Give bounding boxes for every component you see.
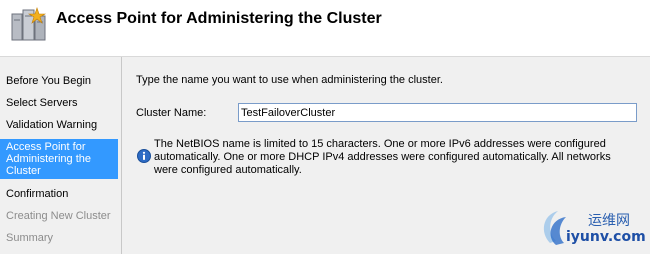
watermark-url: iyunv.com [566,229,646,245]
watermark-text: 运维网 [588,213,630,229]
nav-step-select-servers[interactable]: Select Servers [0,97,118,109]
wizard-step-nav: Before You Begin Select Servers Validati… [0,57,122,254]
cluster-wizard-icon [11,7,47,41]
wizard-header: Access Point for Administering the Clust… [0,0,650,57]
nav-step-creating-new-cluster: Creating New Cluster [6,210,111,222]
nav-step-confirmation[interactable]: Confirmation [0,188,118,200]
page-title: Access Point for Administering the Clust… [56,10,382,27]
cluster-name-label: Cluster Name: [136,107,207,119]
info-icon [137,149,151,163]
instruction-text: Type the name you want to use when admin… [136,74,443,86]
nav-step-before-you-begin[interactable]: Before You Begin [0,75,118,87]
cluster-name-input[interactable] [238,103,637,122]
info-message: The NetBIOS name is limited to 15 charac… [154,138,611,176]
nav-step-validation-warning[interactable]: Validation Warning [0,119,118,131]
nav-step-access-point[interactable]: Access Point for Administering the Clust… [0,139,118,179]
nav-step-summary: Summary [6,232,54,244]
